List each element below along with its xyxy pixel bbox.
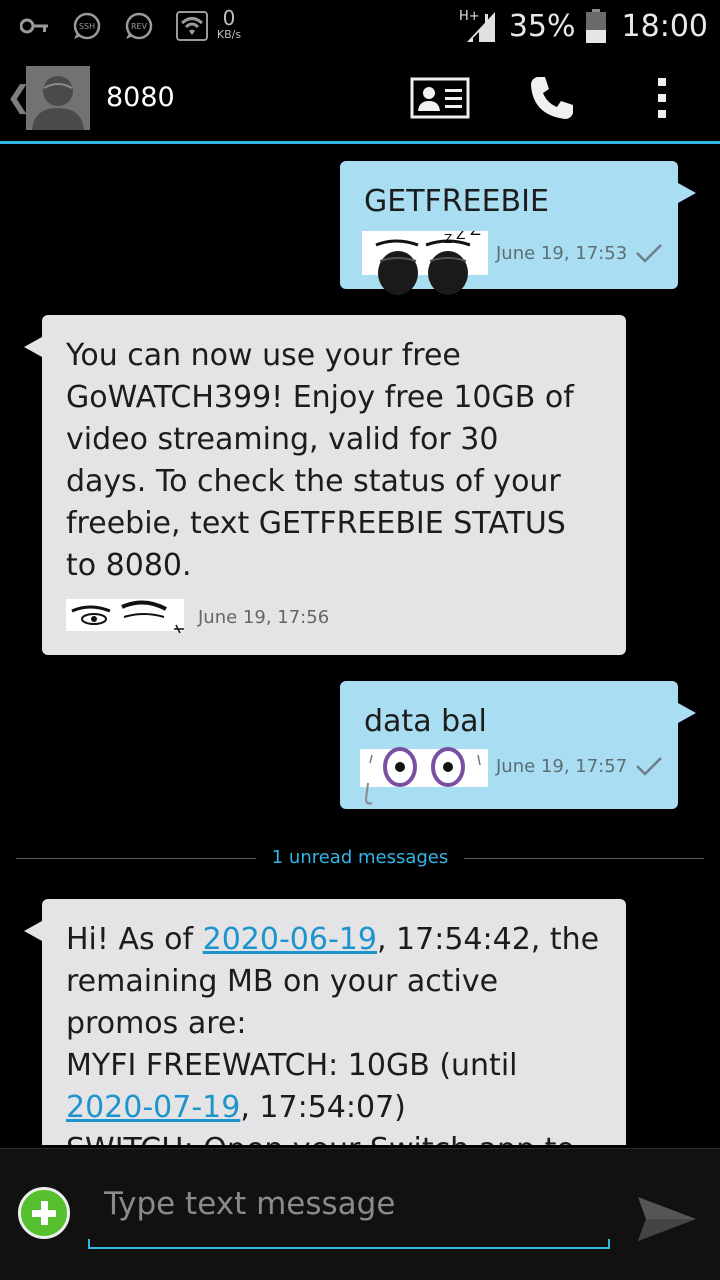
message-text: GETFREEBIE [364,184,549,219]
rev-icon: REV [125,12,153,40]
message-input[interactable] [104,1179,594,1229]
svg-text:SSH: SSH [79,22,95,31]
svg-text:Z: Z [470,231,481,239]
network-speed-unit: KB/s [216,28,242,41]
checkmark-icon [636,757,663,776]
message-text-part: Hi! As of [66,922,203,957]
contact-card-icon [410,77,470,119]
outgoing-message-bubble[interactable]: data bal June 19, 17:57 [340,681,696,809]
sleepy-eyes-sticker: Z Z Z [362,231,488,295]
message-field[interactable] [88,1173,610,1249]
action-bar: ❮ 8080 [0,52,720,144]
contact-name: 8080 [106,82,175,113]
clock: 18:00 [621,8,708,44]
unread-divider: 1 unread messages [16,847,704,871]
signal-icon: H+ [459,9,495,42]
contact-card-button[interactable] [404,68,476,128]
network-speed: 0 KB/s [212,8,246,40]
svg-text:REV: REV [131,22,148,31]
message-timestamp: June 19, 17:57 [496,755,628,777]
winking-eyes-sticker [66,599,184,634]
message-text: Hi! As of 2020-06-19, 17:54:42, the rema… [66,919,599,1145]
wifi-icon [176,11,208,41]
phone-icon [531,77,573,119]
incoming-message-bubble[interactable]: You can now use your free GoWATCH399! En… [24,315,626,655]
status-bar: SSH REV 0 KB/s H+ 35% 18:00 [0,0,720,52]
send-icon[interactable] [634,1193,700,1245]
message-text: data bal [364,704,487,739]
message-text: You can now use your free GoWATCH399! En… [66,338,574,583]
battery-icon [585,9,606,43]
checkmark-icon [636,244,663,263]
call-button[interactable] [516,68,588,128]
shocked-eyes-sticker [360,747,488,805]
conversation-list[interactable]: GETFREEBIE Z Z Z June 19, 17:53 You can … [0,147,720,1145]
message-timestamp: June 19, 17:53 [496,242,628,264]
outgoing-message-bubble[interactable]: GETFREEBIE Z Z Z June 19, 17:53 [340,161,696,295]
compose-bar [0,1148,720,1280]
message-meta: June 19, 17:56 [66,597,329,637]
notification-icons: SSH REV [20,8,208,44]
overflow-menu-button[interactable] [640,68,684,128]
message-timestamp: June 19, 17:56 [198,606,330,628]
incoming-message-bubble[interactable]: Hi! As of 2020-06-19, 17:54:42, the rema… [24,899,626,1145]
overflow-menu-icon [658,78,666,118]
status-right: H+ 35% 18:00 [459,6,708,46]
svg-text:Z: Z [444,232,452,246]
contact-avatar-icon [26,66,90,130]
unread-label: 1 unread messages [271,847,449,868]
message-meta: June 19, 17:57 [360,745,663,809]
add-attachment-icon[interactable] [18,1187,70,1239]
network-speed-value: 0 [222,6,236,30]
key-icon [20,18,48,34]
ssh-icon: SSH [73,12,101,40]
svg-text:Z: Z [456,231,466,243]
contact-avatar[interactable] [26,66,90,130]
battery-percent: 35% [508,8,576,44]
message-meta: Z Z Z June 19, 17:53 [362,231,663,297]
date-link[interactable]: 2020-06-19 [203,922,377,957]
date-link[interactable]: 2020-07-19 [66,1090,240,1125]
network-type: H+ [459,9,480,24]
